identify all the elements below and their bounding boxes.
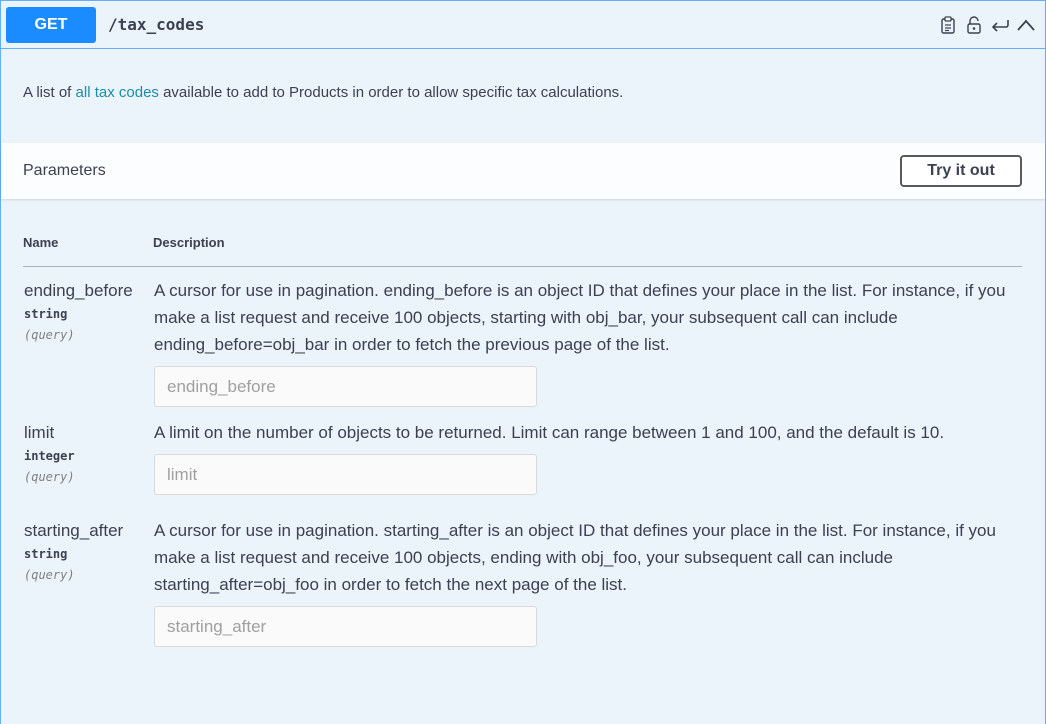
method-badge: GET xyxy=(6,6,96,43)
parameter-description: A cursor for use in pagination. starting… xyxy=(154,521,996,594)
endpoint-path: /tax_codes xyxy=(108,15,205,34)
unlock-icon[interactable] xyxy=(964,15,984,35)
clipboard-icon[interactable] xyxy=(938,15,958,35)
parameter-row-ending-before: ending_before string (query) A cursor fo… xyxy=(23,267,1022,409)
parameters-table-wrapper: Name Description ending_before string (q… xyxy=(1,199,1045,648)
limit-input[interactable] xyxy=(154,454,537,495)
operation-block: GET /tax_codes A list of all tax codes a… xyxy=(0,0,1046,724)
summary-controls xyxy=(938,15,1040,35)
parameter-name: ending_before xyxy=(24,281,133,300)
parameter-name: limit xyxy=(24,423,55,442)
parameter-location: (query) xyxy=(24,470,75,484)
return-icon[interactable] xyxy=(990,15,1010,35)
chevron-up-icon[interactable] xyxy=(1016,15,1036,35)
parameter-description: A limit on the number of objects to be r… xyxy=(154,423,945,442)
parameter-type: string xyxy=(24,547,68,561)
try-it-out-button[interactable]: Try it out xyxy=(900,155,1022,187)
parameter-description: A cursor for use in pagination. ending_b… xyxy=(154,281,1006,354)
parameter-location: (query) xyxy=(24,328,75,342)
parameters-table: Name Description ending_before string (q… xyxy=(23,199,1022,648)
description-text-start: A list of xyxy=(23,84,76,101)
parameter-name: starting_after xyxy=(24,521,124,540)
parameter-location: (query) xyxy=(24,568,75,582)
parameter-type: integer xyxy=(24,449,75,463)
parameters-header: Parameters Try it out xyxy=(1,143,1045,199)
parameter-type: string xyxy=(24,307,68,321)
parameter-row-limit: limit integer (query) A limit on the num… xyxy=(23,408,1022,496)
column-header-description: Description xyxy=(153,199,1022,267)
operation-description: A list of all tax codes available to add… xyxy=(1,49,1045,143)
parameters-title: Parameters xyxy=(23,162,106,179)
column-header-name: Name xyxy=(23,199,153,267)
ending-before-input[interactable] xyxy=(154,366,537,407)
parameter-row-starting-after: starting_after string (query) A cursor f… xyxy=(23,496,1022,648)
operation-summary[interactable]: GET /tax_codes xyxy=(1,1,1045,49)
description-text-end: available to add to Products in order to… xyxy=(158,84,624,101)
all-tax-codes-link[interactable]: all tax codes xyxy=(76,84,159,101)
starting-after-input[interactable] xyxy=(154,606,537,647)
